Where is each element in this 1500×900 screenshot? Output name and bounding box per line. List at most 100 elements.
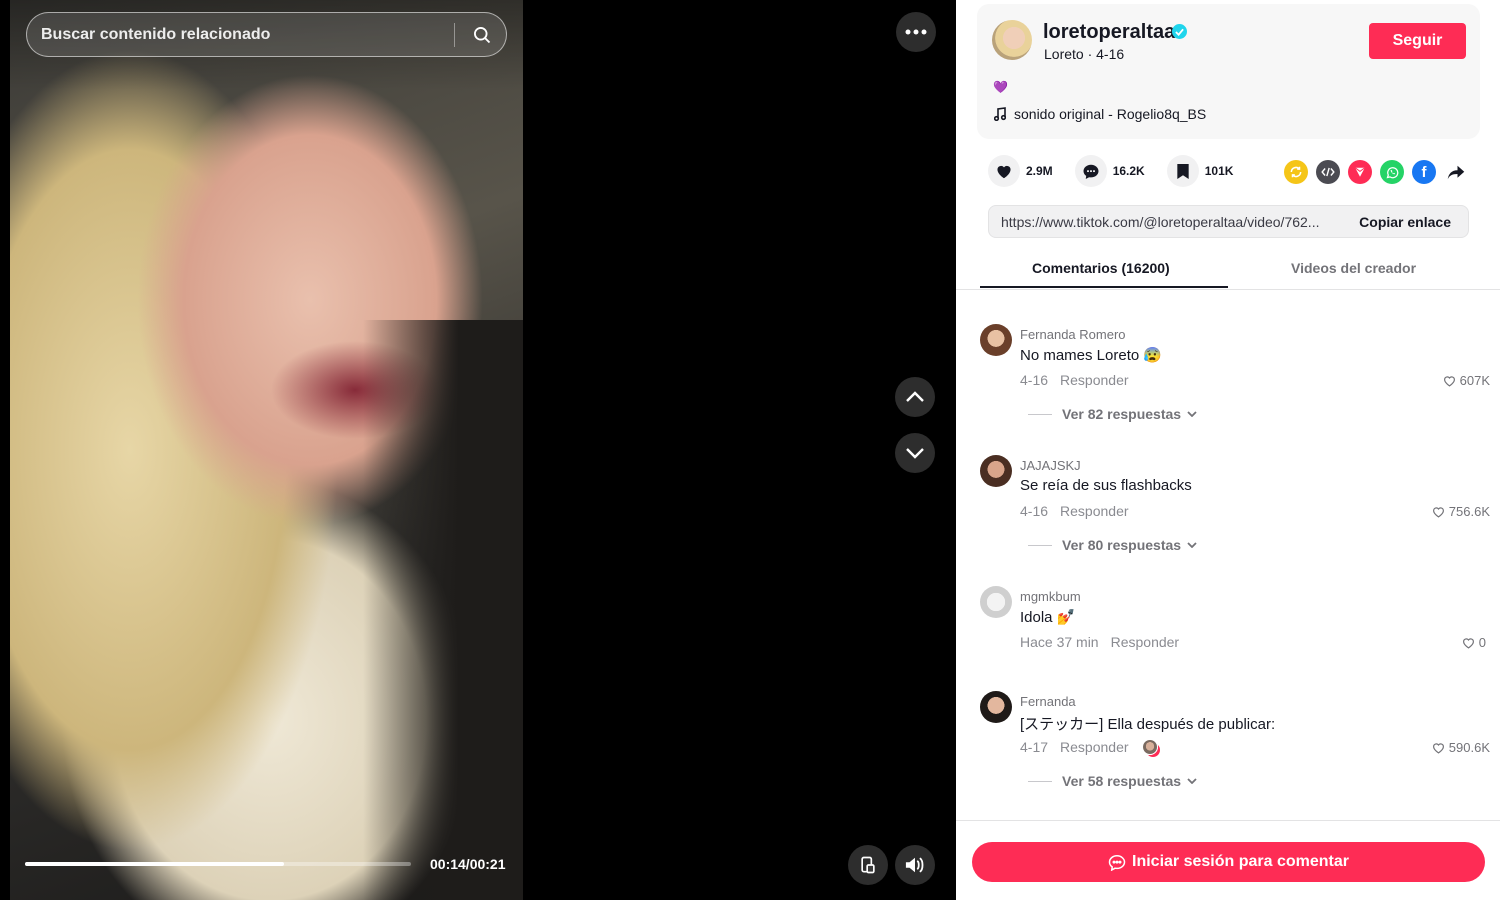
search-button[interactable] — [465, 19, 499, 51]
engagement-actions: 2.9M 16.2K 101K — [988, 155, 1255, 187]
music-note-icon — [994, 107, 1006, 121]
repost-icon[interactable] — [1284, 160, 1308, 184]
author-username[interactable]: loretoperaltaa — [1043, 21, 1175, 44]
comment-text: No mames Loreto 😰 — [1020, 347, 1163, 364]
follow-button[interactable]: Seguir — [1369, 23, 1466, 59]
login-to-comment-label: Iniciar sesión para comentar — [1132, 853, 1349, 870]
reply-button[interactable]: Responder — [1111, 634, 1180, 650]
comment-date: 4-17 — [1020, 739, 1049, 755]
video-time: 00:14/00:21 — [430, 856, 506, 872]
tab-comments[interactable]: Comentarios (16200) — [1032, 260, 1170, 276]
pip-icon — [861, 856, 875, 874]
view-replies-button[interactable]: Ver 58 respuestas — [1028, 773, 1197, 789]
comment-date: 4-16 — [1020, 372, 1049, 388]
view-replies-label: Ver 80 respuestas — [1062, 537, 1182, 553]
more-options-button[interactable] — [896, 12, 936, 52]
video-progress-bar[interactable] — [25, 862, 411, 866]
heart-outline-icon — [1443, 375, 1455, 387]
share-icons: f — [1284, 160, 1468, 184]
author-card: loretoperaltaa Loreto · 4-16 Seguir 💜 so… — [977, 4, 1480, 139]
author-liked-avatar — [1142, 739, 1159, 755]
share-arrow-icon[interactable] — [1444, 160, 1468, 184]
commenter-avatar[interactable] — [980, 586, 1012, 618]
active-tab-indicator — [980, 286, 1228, 288]
chevron-down-icon — [1187, 778, 1197, 784]
copy-link-button[interactable]: Copiar enlace — [1359, 214, 1451, 230]
reply-button[interactable]: Responder — [1060, 372, 1129, 388]
author-nickname-date: Loreto · 4-16 — [1044, 46, 1125, 62]
search-bar — [26, 12, 507, 57]
heart-outline-icon — [1462, 637, 1474, 649]
chevron-down-icon — [906, 448, 924, 459]
verified-badge-icon — [1172, 24, 1187, 39]
caption-text: 💜 — [993, 80, 1008, 94]
view-replies-label: Ver 82 respuestas — [1062, 406, 1182, 422]
comment-meta: 4-16 Responder — [1020, 503, 1129, 519]
tab-creator-videos[interactable]: Videos del creador — [1291, 260, 1416, 276]
commenter-name[interactable]: JAJAJSKJ — [1020, 458, 1081, 473]
comment-icon — [1083, 164, 1099, 179]
music-link[interactable]: sonido original - Rogelio8q_BS — [994, 106, 1206, 122]
comment-like-count: 756.6K — [1448, 504, 1490, 519]
comment-text: [ステッカー] Ella después de publicar: — [1020, 716, 1276, 733]
search-icon — [474, 27, 491, 44]
comment-text: Idola 💅 — [1020, 609, 1076, 626]
comment-like-button[interactable]: 607K — [1443, 373, 1490, 388]
next-video-button[interactable] — [895, 433, 935, 473]
music-title: sonido original - Rogelio8q_BS — [1014, 106, 1207, 122]
video-progress-fill — [25, 862, 284, 866]
volume-icon — [905, 857, 924, 873]
view-replies-label: Ver 58 respuestas — [1062, 773, 1182, 789]
save-action[interactable]: 101K — [1166, 155, 1234, 187]
embed-icon[interactable] — [1316, 160, 1340, 184]
send-icon[interactable] — [1348, 160, 1372, 184]
comment-count: 16.2K — [1112, 164, 1145, 178]
comment-meta: 4-16 Responder — [1020, 372, 1129, 388]
comment-meta: 4-17 Responder — [1020, 739, 1159, 755]
like-action[interactable]: 2.9M — [988, 155, 1053, 187]
panel-tabs: Comentarios (16200) Videos del creador — [956, 250, 1500, 290]
reply-button[interactable]: Responder — [1060, 739, 1129, 755]
comment-action[interactable]: 16.2K — [1074, 155, 1145, 187]
picture-in-picture-button[interactable] — [848, 845, 888, 885]
comment-like-count: 590.6K — [1448, 740, 1490, 755]
comment-like-count: 0 — [1478, 635, 1486, 650]
reply-button[interactable]: Responder — [1060, 503, 1129, 519]
comment-text: Se reía de sus flashbacks — [1020, 477, 1192, 494]
heart-outline-icon — [1432, 506, 1444, 518]
app-root: 00:14/00:21 loretoperaltaa Loreto · 4-16… — [0, 0, 1500, 900]
view-replies-button[interactable]: Ver 82 respuestas — [1028, 406, 1197, 422]
heart-icon — [997, 165, 1011, 179]
video-url[interactable]: https://www.tiktok.com/@loretoperaltaa/v… — [1001, 214, 1341, 230]
search-input[interactable] — [41, 13, 451, 56]
video-shadow — [363, 320, 523, 900]
search-divider — [454, 23, 455, 47]
previous-video-button[interactable] — [895, 377, 935, 417]
save-count: 101K — [1204, 164, 1234, 178]
commenter-name[interactable]: Fernanda Romero — [1020, 327, 1126, 342]
comment-date: Hace 37 min — [1020, 634, 1099, 650]
chevron-up-icon — [906, 391, 924, 402]
author-avatar[interactable] — [992, 20, 1032, 60]
comment-like-button[interactable]: 590.6K — [1432, 740, 1490, 755]
video-stage: 00:14/00:21 — [0, 0, 956, 900]
facebook-icon[interactable]: f — [1412, 160, 1436, 184]
comment-date: 4-16 — [1020, 503, 1049, 519]
view-replies-button[interactable]: Ver 80 respuestas — [1028, 537, 1197, 553]
comment-like-button[interactable]: 0 — [1462, 635, 1486, 650]
details-panel: loretoperaltaa Loreto · 4-16 Seguir 💜 so… — [956, 0, 1500, 900]
commenter-name[interactable]: Fernanda — [1020, 694, 1076, 709]
bookmark-icon — [1177, 163, 1189, 179]
comment-like-button[interactable]: 756.6K — [1432, 504, 1490, 519]
commenter-avatar[interactable] — [980, 324, 1012, 356]
commenter-name[interactable]: mgmkbum — [1020, 589, 1081, 604]
login-to-comment-button[interactable]: Iniciar sesión para comentar — [972, 842, 1485, 882]
video-link-box: https://www.tiktok.com/@loretoperaltaa/v… — [988, 205, 1469, 238]
whatsapp-icon[interactable] — [1380, 160, 1404, 184]
commenter-avatar[interactable] — [980, 691, 1012, 723]
like-count: 2.9M — [1026, 164, 1053, 178]
commenter-avatar[interactable] — [980, 455, 1012, 487]
volume-button[interactable] — [895, 845, 935, 885]
video-player[interactable] — [10, 0, 523, 900]
comment-like-count: 607K — [1459, 373, 1490, 388]
